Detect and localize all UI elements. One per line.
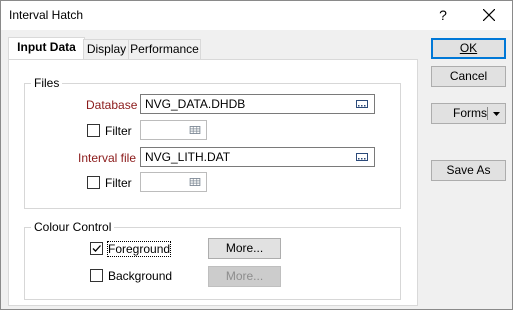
forms-dropdown-divider <box>487 107 488 120</box>
filter-grid-icon[interactable] <box>189 178 201 186</box>
database-field[interactable]: NVG_DATA.DHDB <box>140 94 375 114</box>
filter1-field[interactable] <box>140 120 207 140</box>
ok-label: OK <box>459 41 478 55</box>
interval-file-field[interactable]: NVG_LITH.DAT <box>140 147 375 167</box>
help-button[interactable]: ? <box>432 5 454 25</box>
tab-performance-label: Performance <box>130 42 199 56</box>
tab-input-data-label: Input Data <box>17 40 76 54</box>
save-as-label: Save As <box>446 163 491 177</box>
foreground-more-button[interactable]: More... <box>208 238 281 259</box>
filter1-label: Filter <box>105 124 132 138</box>
interval-hatch-dialog: Interval Hatch ? Input Data Display Perf… <box>0 0 513 310</box>
filter2-checkbox[interactable] <box>87 176 100 189</box>
title-bar: Interval Hatch ? <box>1 1 512 30</box>
tab-performance[interactable]: Performance <box>128 39 201 60</box>
tab-input-data[interactable]: Input Data <box>8 37 85 60</box>
foreground-label: Foreground <box>106 241 172 257</box>
save-as-button[interactable]: Save As <box>431 160 506 181</box>
filter2-field[interactable] <box>140 172 207 192</box>
close-icon <box>483 9 495 21</box>
database-label: Database <box>86 98 138 112</box>
files-group-label: Files <box>31 76 63 90</box>
input-data-panel: Files Database NVG_DATA.DHDB Filter Inte… <box>8 59 418 306</box>
window-title: Interval Hatch <box>9 8 84 22</box>
foreground-checkbox[interactable] <box>90 242 103 255</box>
colour-control-group-label: Colour Control <box>31 220 115 234</box>
filter2-label: Filter <box>105 176 132 190</box>
ellipsis-browse-icon[interactable] <box>356 153 368 161</box>
filter-grid-icon[interactable] <box>189 126 201 134</box>
interval-file-label: Interval file <box>78 151 137 165</box>
filter1-checkbox[interactable] <box>87 124 100 137</box>
ok-button[interactable]: OK <box>431 38 506 59</box>
interval-file-value: NVG_LITH.DAT <box>145 150 231 164</box>
tab-display-label: Display <box>86 42 127 56</box>
forms-label: Forms <box>453 106 487 120</box>
background-more-label: More... <box>225 269 264 283</box>
checkmark-icon <box>92 245 101 252</box>
background-more-button[interactable]: More... <box>208 266 281 287</box>
close-button[interactable] <box>472 3 506 27</box>
cancel-label: Cancel <box>449 69 488 83</box>
cancel-button[interactable]: Cancel <box>431 66 506 87</box>
foreground-more-label: More... <box>225 241 264 255</box>
tab-display[interactable]: Display <box>83 39 130 60</box>
background-label: Background <box>108 269 173 283</box>
database-value: NVG_DATA.DHDB <box>145 97 246 111</box>
background-checkbox[interactable] <box>90 269 103 282</box>
chevron-down-icon[interactable] <box>493 112 500 116</box>
forms-button[interactable]: Forms <box>431 103 506 124</box>
ellipsis-browse-icon[interactable] <box>356 100 368 108</box>
